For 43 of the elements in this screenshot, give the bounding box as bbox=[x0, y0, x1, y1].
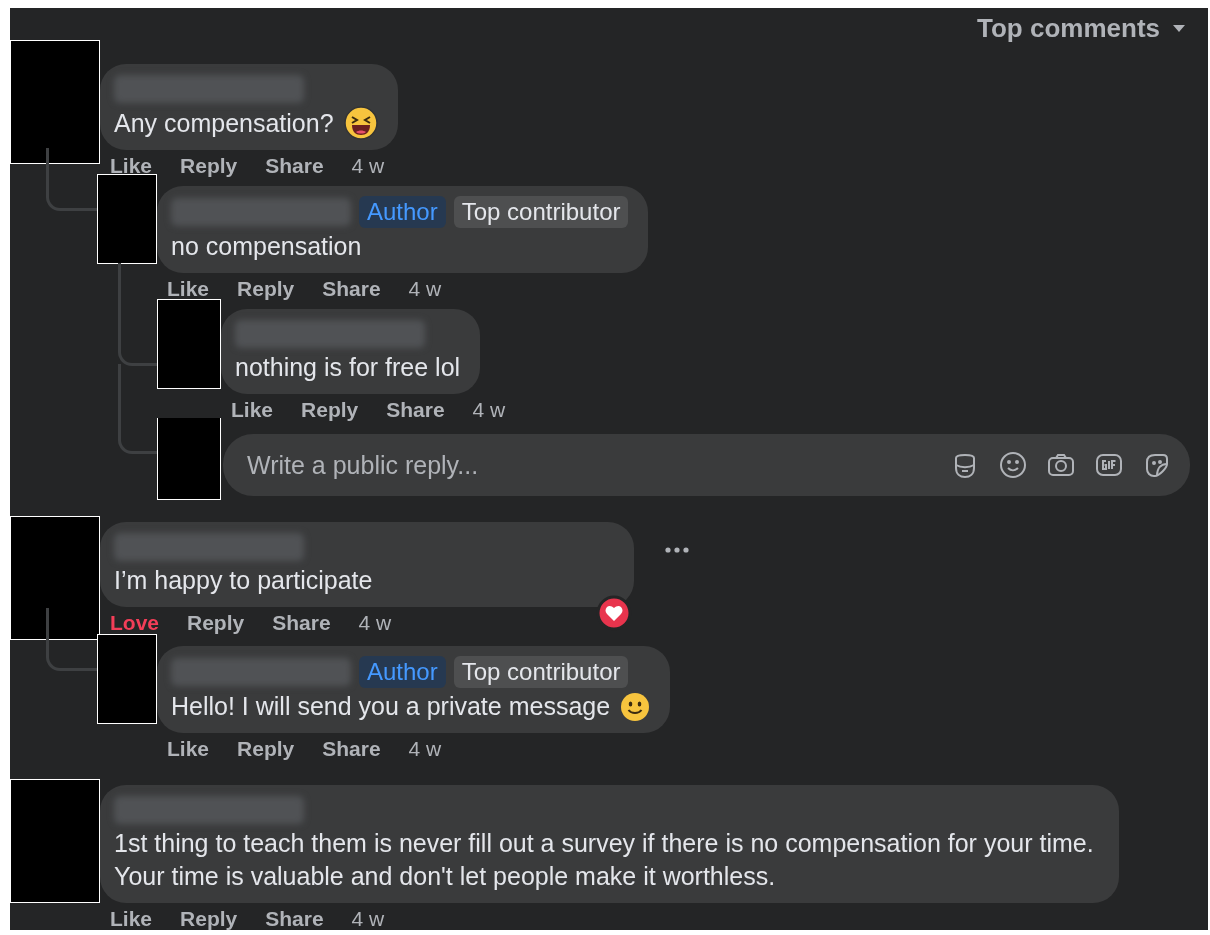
action-link[interactable]: Reply bbox=[187, 611, 245, 635]
timestamp: 4 w bbox=[472, 398, 506, 422]
action-link[interactable]: Reply bbox=[180, 907, 238, 931]
react-link[interactable]: Like bbox=[167, 277, 210, 301]
sort-dropdown[interactable]: Top comments bbox=[977, 16, 1186, 40]
comment-text: nothing is for free lol bbox=[235, 352, 461, 383]
reply-bar[interactable]: Write a public reply... bbox=[223, 434, 1190, 496]
laughing-emoji-icon bbox=[343, 106, 378, 140]
caret-icon bbox=[1172, 23, 1186, 33]
timestamp: 4 w bbox=[351, 907, 385, 931]
reply-input-field[interactable]: Write a public reply... bbox=[245, 449, 950, 481]
action-link[interactable]: Reply bbox=[301, 398, 359, 422]
timestamp: 4 w bbox=[358, 611, 392, 635]
action-link[interactable]: Reply bbox=[180, 154, 238, 178]
react-link[interactable]: Like bbox=[231, 398, 274, 422]
action-link[interactable]: Reply bbox=[237, 277, 295, 301]
badge: Author bbox=[359, 656, 446, 688]
comment-text: Hello! I will send you a private message bbox=[171, 691, 611, 722]
action-link[interactable]: Reply bbox=[237, 737, 295, 761]
action-link[interactable]: Share bbox=[322, 277, 381, 301]
comment-text: I’m happy to participate bbox=[114, 565, 373, 596]
react-link[interactable]: Like bbox=[167, 737, 210, 761]
comment-text: 1st thing to teach them is never fill out a survey if there is no compensation for your time. Your time is valuable and don't let people make it worthless. bbox=[114, 828, 1095, 892]
react-link[interactable]: Like bbox=[110, 907, 153, 931]
badge: Author bbox=[359, 196, 446, 228]
comment-text: no compensation bbox=[171, 231, 362, 262]
action-link[interactable]: Share bbox=[272, 611, 331, 635]
badge: Top contributor bbox=[453, 196, 629, 228]
timestamp: 4 w bbox=[408, 277, 442, 301]
action-link[interactable]: Share bbox=[265, 907, 324, 931]
more-options-icon[interactable] bbox=[664, 545, 690, 554]
action-link[interactable]: Share bbox=[386, 398, 445, 422]
timestamp: 4 w bbox=[351, 154, 385, 178]
comment-text: Any compensation? bbox=[114, 107, 334, 139]
badge: Top contributor bbox=[453, 656, 629, 688]
heart-reaction-icon bbox=[596, 595, 632, 631]
timestamp: 4 w bbox=[408, 737, 442, 761]
action-link[interactable]: Share bbox=[265, 154, 324, 178]
react-link[interactable]: Love bbox=[110, 611, 159, 635]
react-link[interactable]: Like bbox=[110, 154, 153, 178]
emoji-icon[interactable] bbox=[998, 450, 1028, 480]
smiling-emoji-icon bbox=[620, 691, 651, 722]
action-link[interactable]: Share bbox=[322, 737, 381, 761]
